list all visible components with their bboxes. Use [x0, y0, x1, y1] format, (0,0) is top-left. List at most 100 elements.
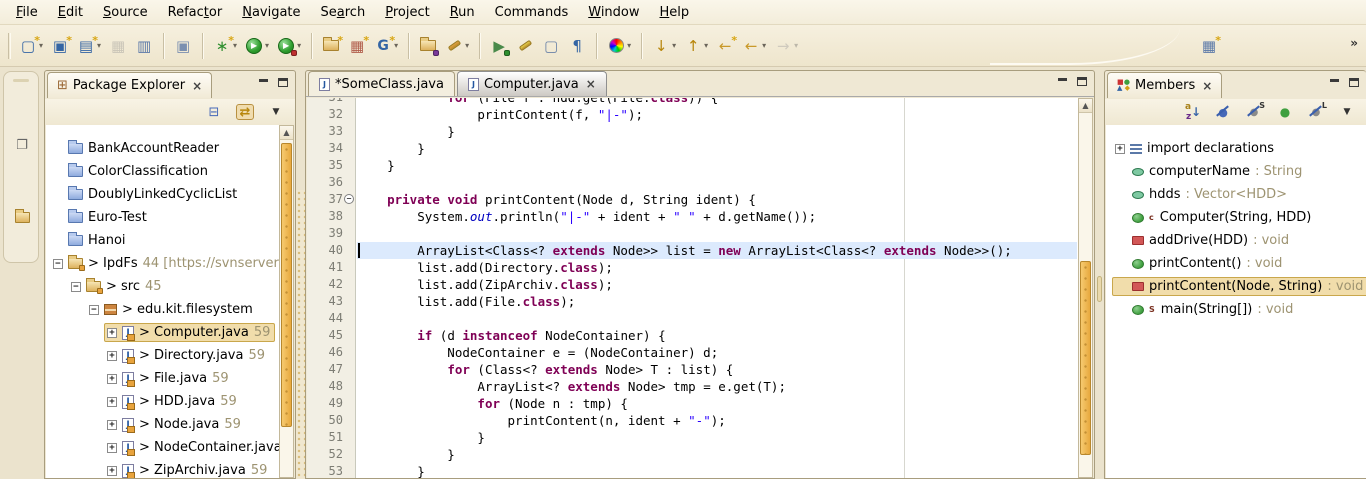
new-window-button[interactable]: ▣*	[48, 34, 72, 58]
member-computer-string-hdd-[interactable]: cComputer(String, HDD)	[1106, 206, 1366, 229]
member-printcontent-[interactable]: printContent() : void	[1106, 252, 1366, 275]
view-menu-button[interactable]: ▼	[267, 104, 285, 120]
maximize-button[interactable]	[1348, 78, 1360, 89]
hide-local-types-button[interactable]: ●L	[1307, 104, 1325, 120]
scrollbar-thumb[interactable]	[281, 143, 292, 427]
minimize-button[interactable]	[1056, 77, 1068, 88]
tab-someclass-java[interactable]: J *SomeClass.java	[308, 71, 455, 96]
menu-search[interactable]: Search	[311, 2, 376, 23]
run-button[interactable]: ▶▾	[242, 34, 272, 58]
menu-edit[interactable]: Edit	[48, 2, 93, 23]
tree-item-hanoi[interactable]: Hanoi	[46, 229, 294, 252]
search-button[interactable]: ▾	[442, 34, 472, 58]
expand-icon[interactable]: +	[107, 351, 117, 361]
toolbar-grip[interactable]	[8, 33, 11, 59]
new-java-package-button[interactable]: ▦*	[345, 34, 369, 58]
save-button[interactable]: ▦	[106, 34, 130, 58]
back-button[interactable]: ←▾	[739, 34, 769, 58]
code-editor[interactable]: for (File f : hdd.get(File.class)) { pri…	[357, 98, 1077, 478]
collapse-icon[interactable]: −	[53, 259, 63, 269]
close-icon[interactable]: ×	[192, 79, 202, 93]
menu-help[interactable]: Help	[650, 2, 700, 23]
gwt-compile-button[interactable]: G*▾	[371, 34, 401, 58]
show-public-members-button[interactable]: ●	[1276, 104, 1294, 120]
package-explorer-tab[interactable]: ⊞ Package Explorer ×	[47, 72, 212, 98]
print-button[interactable]: ▥	[132, 34, 156, 58]
menu-run[interactable]: Run	[440, 2, 485, 23]
scrollbar-thumb[interactable]	[1080, 261, 1091, 455]
line-number-ruler[interactable]: 3132333435363738394041424344454647484950…	[307, 98, 356, 478]
toolbar-overflow-button[interactable]: »	[1350, 36, 1358, 50]
maximize-button[interactable]	[277, 78, 289, 89]
previous-annotation-button[interactable]: ↑▾	[681, 34, 711, 58]
open-perspective-button[interactable]: ▦*	[1197, 34, 1221, 58]
block-selection-button[interactable]: ▢	[539, 34, 563, 58]
hide-fields-button[interactable]: ●	[1214, 104, 1232, 120]
collapse-icon[interactable]: −	[71, 282, 81, 292]
scroll-up-icon[interactable]: ▲	[1079, 99, 1092, 113]
java-perspective-button[interactable]	[12, 208, 32, 226]
minimize-button[interactable]	[257, 78, 269, 89]
fast-view-handle[interactable]	[13, 79, 29, 82]
tree-item-ipdfs[interactable]: −> IpdFs44 [https://svnserver.i	[46, 252, 294, 275]
expand-icon[interactable]: +	[107, 420, 117, 430]
sash-editor-members[interactable]	[1095, 70, 1104, 479]
color-wheel-button[interactable]: ▾	[604, 34, 634, 58]
sash-package-editor[interactable]	[296, 190, 305, 479]
run-external-tools-button[interactable]: ▶▾	[274, 34, 304, 58]
menu-navigate[interactable]: Navigate	[232, 2, 310, 23]
tree-item-node-java[interactable]: +J> Node.java59	[46, 413, 294, 436]
collapse-all-button[interactable]: ⊟	[205, 104, 223, 120]
restore-view-button[interactable]: ❐	[12, 136, 32, 154]
last-edit-location-button[interactable]: ←*	[713, 34, 737, 58]
member-main-string-[interactable]: Smain(String[]) : void	[1106, 298, 1366, 321]
member-computername[interactable]: computerName : String	[1106, 160, 1366, 183]
open-type-button[interactable]	[416, 34, 440, 58]
member-adddrive-hdd-[interactable]: addDrive(HDD) : void	[1106, 229, 1366, 252]
collapse-icon[interactable]: −	[89, 305, 99, 315]
coverage-button[interactable]: ▶	[487, 34, 511, 58]
tree-item-src[interactable]: −> src45	[46, 275, 294, 298]
link-with-editor-button[interactable]: ⇄	[236, 104, 254, 120]
tree-item-hdd-java[interactable]: +J> HDD.java59	[46, 390, 294, 413]
menu-file[interactable]: File	[6, 2, 48, 23]
tree-item-ziparchiv-java[interactable]: +J> ZipArchiv.java59	[46, 459, 294, 478]
tree-item-colorclassification[interactable]: ColorClassification	[46, 160, 294, 183]
tree-item-bankaccountreader[interactable]: BankAccountReader	[46, 137, 294, 160]
new-view-button[interactable]: ▤*▾	[74, 34, 104, 58]
member-printcontent-node-string-[interactable]: printContent(Node, String) : void	[1106, 275, 1366, 298]
expand-icon[interactable]: +	[107, 374, 117, 384]
editor-scrollbar[interactable]: ▲	[1078, 98, 1093, 478]
member-import-declarations[interactable]: +import declarations	[1106, 137, 1366, 160]
debug-button[interactable]: ∗*▾	[210, 34, 240, 58]
tree-item-edu-kit-filesystem[interactable]: −> edu.kit.filesystem	[46, 298, 294, 321]
tab-computer-java[interactable]: J Computer.java ×	[457, 71, 607, 96]
sash-grip[interactable]	[1097, 276, 1102, 302]
expand-icon[interactable]: +	[107, 397, 117, 407]
menu-commands[interactable]: Commands	[485, 2, 579, 23]
tree-item-file-java[interactable]: +J> File.java59	[46, 367, 294, 390]
show-whitespace-button[interactable]: ¶	[565, 34, 589, 58]
new-java-project-button[interactable]: *	[319, 34, 343, 58]
highlighter-button[interactable]	[513, 34, 537, 58]
tree-item-directory-java[interactable]: +J> Directory.java59	[46, 344, 294, 367]
tree-item-euro-test[interactable]: Euro-Test	[46, 206, 294, 229]
menu-project[interactable]: Project	[375, 2, 440, 23]
minimize-button[interactable]	[1328, 78, 1340, 89]
sort-button[interactable]: a↓z	[1185, 104, 1201, 120]
expand-icon[interactable]: +	[107, 466, 117, 476]
fold-collapse-icon[interactable]: −	[344, 194, 354, 204]
members-tab[interactable]: ■● ▲◆ Members ×	[1107, 72, 1222, 98]
expand-icon[interactable]: +	[107, 328, 117, 338]
new-wizard-button[interactable]: ▢*▾	[16, 34, 46, 58]
next-annotation-button[interactable]: ↓▾	[649, 34, 679, 58]
forward-button[interactable]: →▾	[771, 34, 801, 58]
view-menu-button[interactable]: ▼	[1338, 104, 1356, 120]
tree-item-computer-java[interactable]: +J> Computer.java59	[46, 321, 294, 344]
expand-icon[interactable]: +	[107, 443, 117, 453]
menu-refactor[interactable]: Refactor	[158, 2, 233, 23]
menu-window[interactable]: Window	[578, 2, 649, 23]
tree-item-doublylinkedcycliclist[interactable]: DoublyLinkedCyclicList	[46, 183, 294, 206]
copy-resource-button[interactable]: ▣	[171, 34, 195, 58]
tree-item-nodecontainer-java[interactable]: +J> NodeContainer.java59	[46, 436, 294, 459]
